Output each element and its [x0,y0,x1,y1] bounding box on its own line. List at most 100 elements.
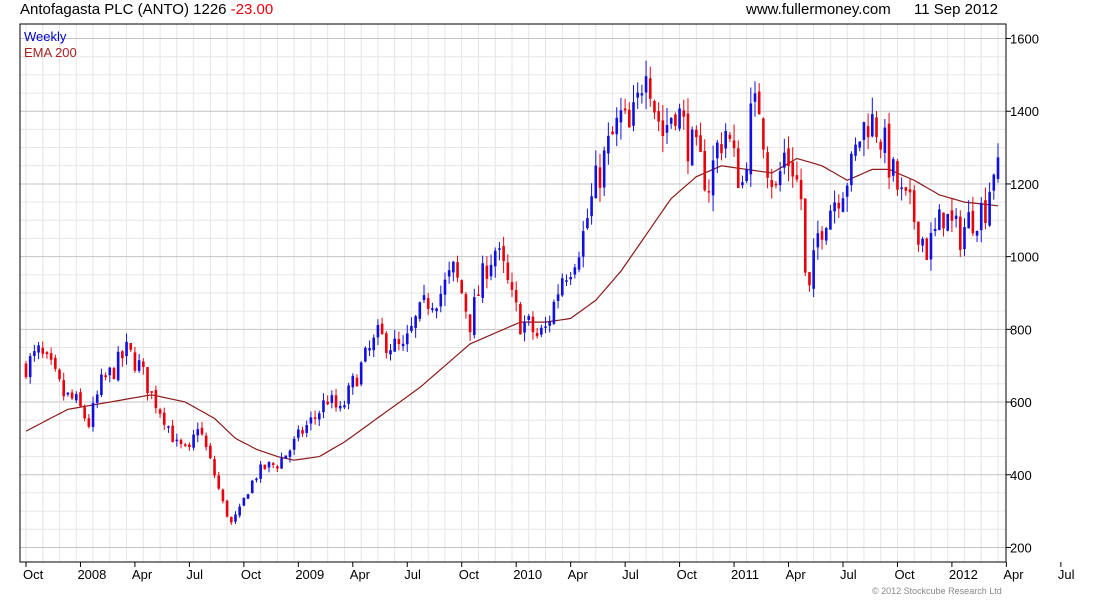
candle-body [757,91,761,115]
x-tick-label: Oct [677,567,698,582]
candle-body [58,369,61,380]
candle-body [259,464,262,479]
x-axis: Oct 2008 Apr Jul Oct 2009 Apr Jul Oct 2010 Apr Jul O… [23,562,1075,582]
candle-body [996,157,1000,179]
x-tick-label: Jul [840,567,857,582]
candle-body [330,395,334,403]
y-tick-label: 1400 [1010,104,1039,119]
candle-body [984,200,987,224]
candle-body [45,352,49,355]
candle-body [921,238,924,246]
candle-body [556,294,560,301]
candle-body [510,282,514,290]
candle-body [359,362,363,385]
candle-body [481,263,484,298]
candle-body [288,450,292,457]
candle-body [485,265,489,279]
candle-body [162,412,166,425]
candle-body [150,391,153,393]
candle-body [732,140,736,149]
candle-body [426,298,430,309]
y-tick-label: 400 [1010,468,1032,483]
candle-body [33,351,36,356]
candle-body [661,120,665,137]
candle-body [246,494,250,499]
candle-body [313,417,317,419]
x-tick-label: 2009 [295,567,324,582]
candle-body [167,426,170,428]
candle-body [833,202,836,212]
candle-body [787,148,790,167]
candle-body [577,257,581,270]
candle-body [866,126,870,138]
candle-body [900,187,903,189]
candle-body [824,228,828,241]
candle-body [238,506,241,516]
candle-body [619,110,623,123]
y-tick-label: 200 [1010,540,1032,555]
candle-body [280,458,283,469]
candle-body [770,180,774,187]
candle-body [979,202,983,231]
candle-body [188,444,191,448]
candle-body [133,352,137,371]
candle-body [715,142,719,159]
x-tick-label: Oct [23,567,44,582]
candle-body [334,395,338,408]
candle-body [628,109,631,128]
candle-body [535,332,539,337]
candle-body [791,161,795,177]
candle-body [514,289,518,303]
candle-body [79,392,82,407]
candle-body [54,357,57,369]
candle-body [154,389,158,409]
candle-body [636,92,639,98]
candle-body [158,409,162,414]
candle-body [644,76,648,93]
candle-body [971,210,975,234]
candle-body [762,118,765,150]
candle-body [820,231,824,240]
candle-body [653,100,656,113]
candle-body [988,192,991,226]
candle-body [531,316,535,333]
candle-body [875,117,878,138]
candle-body [611,131,614,135]
candle-body [938,209,941,230]
x-tick-label: Apr [1003,567,1024,582]
candle-body [418,302,422,319]
candle-body [284,455,288,459]
candle-body [912,190,916,223]
x-tick-label: Jul [186,567,203,582]
candle-body [179,439,183,444]
candle-body [803,198,807,273]
x-tick-label: Jul [622,567,639,582]
x-tick-label: 2012 [949,567,978,582]
candle-body [380,323,384,334]
candle-body [452,261,455,273]
candle-body [338,405,342,409]
candle-body [917,221,920,245]
x-tick-label: Oct [459,567,480,582]
candle-body [317,413,321,420]
candle-body [569,277,572,280]
candle-body [854,144,857,156]
candle-body [766,152,769,178]
candle-body [91,402,95,427]
candle-body [414,316,417,328]
y-tick-label: 1000 [1010,250,1039,265]
candle-body [602,150,606,188]
candle-body [355,377,359,387]
candle-body [368,348,371,351]
copyright: © 2012 Stockcube Research Ltd [872,586,1002,596]
x-tick-label: Oct [241,567,262,582]
candle-body [690,129,694,166]
candle-body [795,175,799,180]
candle-body [523,321,526,333]
candle-body [200,427,204,435]
candle-body [548,321,552,326]
candle-body [560,278,564,296]
candle-body [225,500,229,517]
candle-body [586,218,589,229]
candle-body [590,196,593,217]
